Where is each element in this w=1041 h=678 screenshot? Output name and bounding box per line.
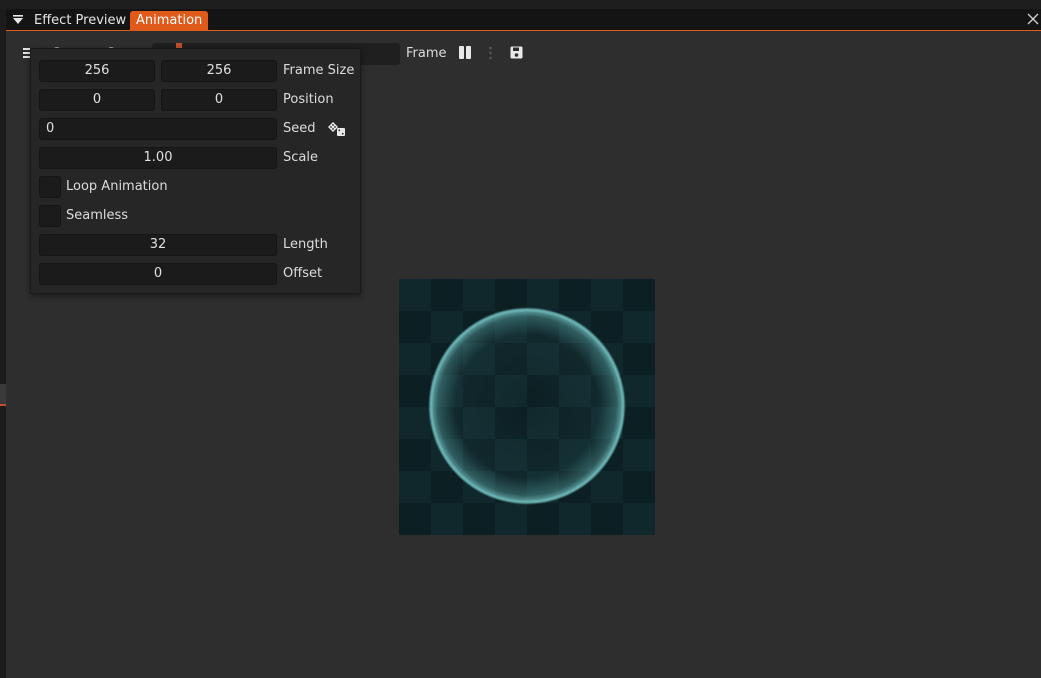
position-y-input[interactable]: 0 <box>161 89 277 111</box>
frame-width-input[interactable]: 256 <box>39 60 155 82</box>
tab-effect-preview[interactable]: Effect Preview <box>28 11 132 31</box>
effect-preview-window: Effect Preview Animation Frame 256 256 F… <box>0 0 1041 678</box>
effect-preview-canvas[interactable] <box>399 279 655 535</box>
dock-accent-line <box>0 404 6 406</box>
close-icon[interactable] <box>1027 12 1039 26</box>
collapse-triangle-icon[interactable] <box>12 13 24 27</box>
dock-divider <box>0 384 6 404</box>
position-label: Position <box>283 92 334 107</box>
scale-label: Scale <box>283 150 318 165</box>
scale-input[interactable]: 1.00 <box>39 147 277 169</box>
seamless-checkbox[interactable] <box>39 205 61 227</box>
length-label: Length <box>283 237 328 252</box>
tab-bar: Effect Preview Animation <box>6 9 1041 31</box>
loop-animation-label: Loop Animation <box>66 179 168 194</box>
length-input[interactable]: 32 <box>39 234 277 256</box>
save-icon[interactable] <box>510 46 523 59</box>
pause-icon[interactable] <box>459 46 471 59</box>
dice-icon[interactable] <box>327 121 347 137</box>
bubble-effect-image <box>399 279 655 535</box>
position-x-input[interactable]: 0 <box>39 89 155 111</box>
seed-label: Seed <box>283 121 316 136</box>
frame-label: Frame <box>406 46 447 61</box>
frame-height-input[interactable]: 256 <box>161 60 277 82</box>
seed-input[interactable]: 0 <box>39 118 277 140</box>
window-top-strip <box>0 0 1041 9</box>
offset-label: Offset <box>283 266 323 281</box>
animation-settings-popup: 256 256 Frame Size 0 0 Position 0 Seed 1… <box>30 48 361 294</box>
loop-animation-checkbox[interactable] <box>39 176 61 198</box>
frame-size-label: Frame Size <box>283 63 355 78</box>
seamless-label: Seamless <box>66 208 129 223</box>
tab-animation[interactable]: Animation <box>130 11 209 31</box>
more-icon[interactable] <box>489 46 492 60</box>
offset-input[interactable]: 0 <box>39 263 277 285</box>
left-dock-edge <box>0 9 6 678</box>
